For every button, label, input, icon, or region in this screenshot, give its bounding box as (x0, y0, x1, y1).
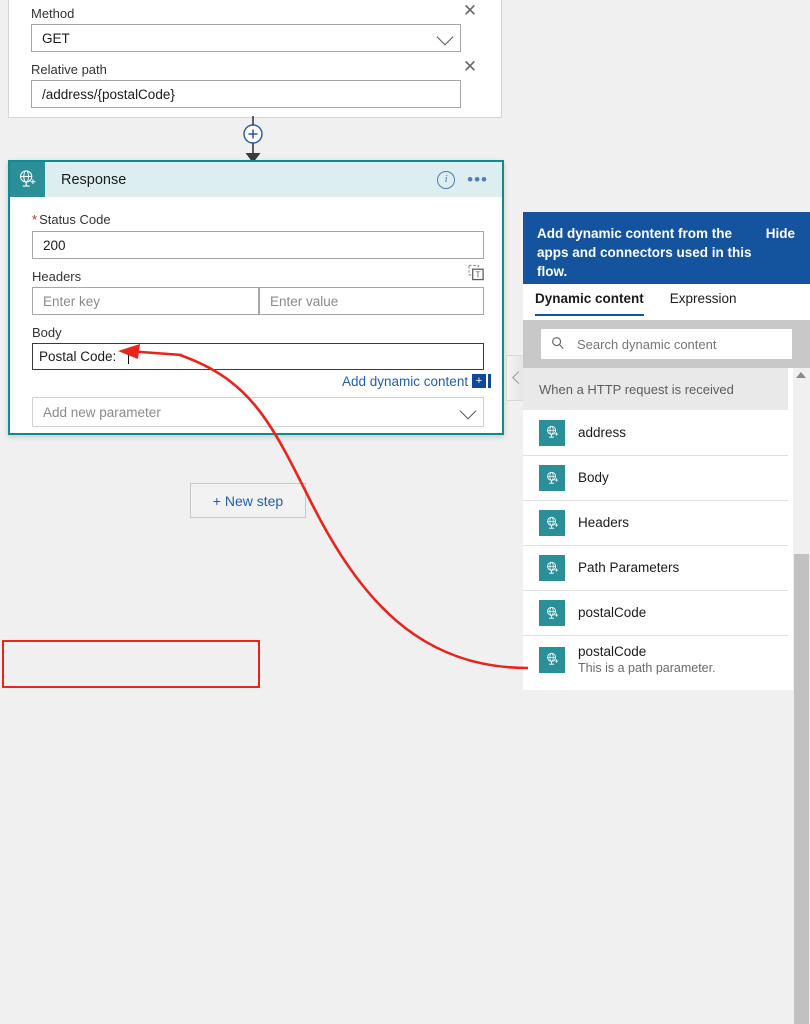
tab-dynamic-content[interactable]: Dynamic content (535, 284, 644, 316)
dynamic-content-group-header: When a HTTP request is received (523, 368, 788, 410)
scroll-up-arrow-icon[interactable] (796, 372, 806, 378)
header-value-placeholder: Enter value (270, 294, 338, 309)
dynamic-content-banner: Add dynamic content from the apps and co… (523, 212, 810, 284)
dynamic-content-tabs: Dynamic content Expression (523, 284, 810, 320)
highlight-box (2, 640, 260, 688)
search-box[interactable] (541, 329, 792, 359)
list-item[interactable]: Headers (523, 500, 788, 545)
http-request-globe-icon (539, 510, 565, 536)
switch-to-text-mode-icon[interactable]: T (468, 264, 485, 284)
ellipsis-icon[interactable]: ••• (467, 176, 488, 184)
status-code-label-text: Status Code (39, 212, 111, 227)
list-item-label: Body (578, 470, 609, 486)
http-trigger-card: Method GET ✕ Relative path /address/{pos… (8, 0, 502, 118)
list-item[interactable]: Path Parameters (523, 545, 788, 590)
http-request-globe-icon (539, 600, 565, 626)
add-dynamic-content-bar (488, 374, 491, 388)
svg-text:T: T (475, 270, 480, 279)
http-request-globe-icon (539, 465, 565, 491)
clear-method-icon[interactable]: ✕ (461, 2, 479, 20)
method-label: Method (31, 6, 74, 22)
list-item-label: postalCode (578, 644, 716, 660)
chevron-down-icon (437, 29, 454, 46)
list-item-label: postalCode (578, 605, 646, 621)
relative-path-label: Relative path (31, 62, 107, 78)
status-code-value: 200 (43, 238, 66, 253)
header-key-placeholder: Enter key (43, 294, 100, 309)
add-dynamic-content-link[interactable]: Add dynamic content (342, 374, 468, 389)
method-value: GET (42, 31, 70, 46)
list-item[interactable]: address (523, 410, 788, 455)
chevron-down-icon (460, 403, 477, 420)
header-value-input[interactable]: Enter value (259, 287, 484, 315)
list-item-label: Headers (578, 515, 629, 531)
hide-dynamic-content-button[interactable]: Hide (766, 226, 795, 241)
body-label: Body (32, 325, 62, 340)
status-code-label: *Status Code (32, 212, 111, 227)
scrollbar-track[interactable] (793, 368, 810, 690)
list-item-label: address (578, 425, 626, 441)
dynamic-content-list: address Body (523, 410, 788, 690)
list-item[interactable]: Body (523, 455, 788, 500)
method-dropdown[interactable]: GET (31, 24, 461, 52)
add-new-parameter-dropdown[interactable]: Add new parameter (32, 397, 484, 427)
http-request-globe-icon (10, 162, 45, 197)
search-icon (551, 336, 565, 353)
required-marker: * (32, 212, 37, 227)
status-code-input[interactable]: 200 (32, 231, 484, 259)
list-item-label: Path Parameters (578, 560, 679, 576)
add-dynamic-content-plus-icon[interactable]: + (472, 374, 486, 388)
body-value: Postal Code: (39, 349, 116, 364)
new-step-button[interactable]: + New step (190, 483, 306, 518)
dynamic-content-search-area (523, 320, 810, 368)
list-item[interactable]: postalCode This is a path parameter. (523, 635, 788, 683)
response-action-card: Response i ••• *Status Code 200 Headers … (8, 160, 504, 435)
scrollbar-thumb[interactable] (794, 554, 809, 1024)
flow-connector (236, 116, 270, 166)
info-icon[interactable]: i (437, 171, 455, 189)
response-card-title: Response (61, 172, 126, 188)
text-caret (128, 349, 129, 364)
relative-path-value: /address/{postalCode} (42, 87, 175, 102)
clear-relative-path-icon[interactable]: ✕ (461, 58, 479, 76)
body-input[interactable]: Postal Code: (32, 343, 484, 370)
add-new-parameter-placeholder: Add new parameter (43, 405, 161, 420)
http-request-globe-icon (539, 555, 565, 581)
dynamic-content-panel: Add dynamic content from the apps and co… (523, 212, 810, 690)
dynamic-content-banner-text: Add dynamic content from the apps and co… (537, 224, 759, 281)
list-item-description: This is a path parameter. (578, 660, 716, 676)
collapse-dynamic-panel-button[interactable] (506, 355, 524, 401)
http-request-globe-icon (539, 647, 565, 673)
list-item[interactable]: postalCode (523, 590, 788, 635)
http-request-globe-icon (539, 420, 565, 446)
response-card-header: Response i ••• (10, 162, 502, 197)
header-key-input[interactable]: Enter key (32, 287, 259, 315)
search-input[interactable] (575, 336, 769, 353)
relative-path-input[interactable]: /address/{postalCode} (31, 80, 461, 108)
headers-label: Headers (32, 269, 81, 284)
tab-expression[interactable]: Expression (670, 284, 737, 314)
